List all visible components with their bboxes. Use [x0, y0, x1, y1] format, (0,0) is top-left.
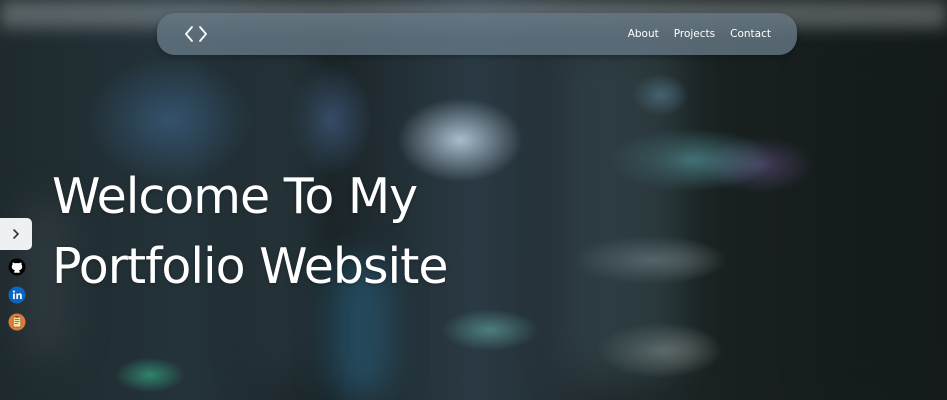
github-icon[interactable] [8, 258, 26, 276]
resume-icon[interactable] [8, 313, 26, 331]
nav-link-about[interactable]: About [628, 28, 659, 40]
chevron-right-icon [11, 225, 21, 244]
hero-heading-line2: Portfolio Website [52, 238, 448, 295]
code-brackets-icon[interactable] [183, 24, 209, 44]
nav-link-contact[interactable]: Contact [730, 28, 771, 40]
hero-heading: Welcome To My Portfolio Website [52, 162, 448, 302]
linkedin-icon[interactable] [8, 286, 26, 304]
nav-links: About Projects Contact [628, 13, 771, 55]
sidebar-toggle-button[interactable] [0, 218, 32, 250]
hero-heading-line1: Welcome To My [52, 168, 418, 225]
nav-link-projects[interactable]: Projects [674, 28, 715, 40]
top-navbar: About Projects Contact [157, 13, 797, 55]
